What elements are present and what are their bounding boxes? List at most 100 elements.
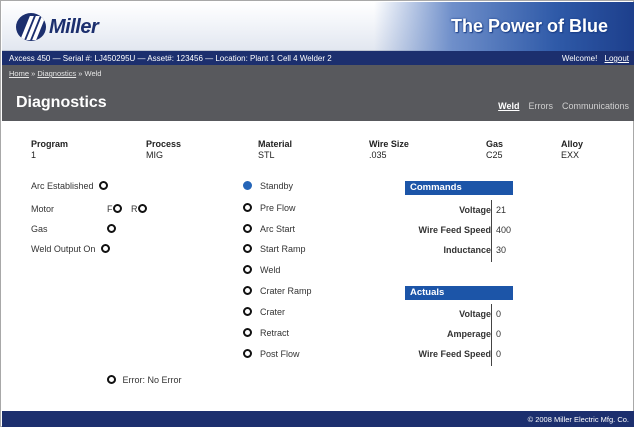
status-light-icon <box>107 375 116 384</box>
copyright: © 2008 Miller Electric Mfg. Co. <box>527 415 629 424</box>
app-frame: Miller The Power of Blue Axcess 450 — Se… <box>0 0 634 427</box>
state-icon <box>243 349 252 358</box>
state-icon <box>243 244 252 253</box>
process-label: Process <box>146 139 182 149</box>
motor-reverse-label: R <box>131 204 138 214</box>
command-wfs-value: 400 <box>496 225 511 235</box>
arc-established-label: Arc Established <box>31 181 94 191</box>
state-post-flow: Post Flow <box>243 349 300 359</box>
footer: © 2008 Miller Electric Mfg. Co. <box>2 411 634 427</box>
title-strip: Home » Diagnostics » Weld Diagnostics We… <box>2 65 634 121</box>
alloy-info: Alloy EXX <box>561 139 583 161</box>
page-title: Diagnostics <box>16 94 107 111</box>
state-label: Weld <box>260 265 281 275</box>
state-icon <box>243 286 252 295</box>
tab-weld[interactable]: Weld <box>498 101 519 111</box>
actual-amperage-row: Amperage <box>405 329 491 340</box>
process-value: MIG <box>146 150 163 160</box>
actuals-header: Actuals <box>405 286 513 300</box>
value-text: 30 <box>496 245 507 255</box>
value-text: 21 <box>496 205 507 215</box>
motor-indicator: Motor <box>31 204 54 214</box>
commands-divider <box>491 200 492 262</box>
wire-size-info: Wire Size .035 <box>369 139 409 161</box>
tagline: The Power of Blue <box>374 2 634 51</box>
program-value: 1 <box>31 150 37 160</box>
program-info: Program 1 <box>31 139 68 161</box>
command-wire-feed-speed-row: Wire Feed Speed <box>405 225 491 236</box>
logout-link[interactable]: Logout <box>605 54 629 63</box>
status-light-icon <box>137 204 147 213</box>
command-wfs-label: Wire Feed Speed <box>418 225 491 235</box>
logo-text: Miller <box>49 15 99 38</box>
state-icon <box>243 224 252 233</box>
command-inductance-value: 30 <box>496 245 506 255</box>
gas-value: C25 <box>486 150 503 160</box>
gas-indicator: Gas <box>31 224 48 234</box>
tab-errors[interactable]: Errors <box>528 101 553 111</box>
actual-wfs-value: 0 <box>496 349 501 359</box>
state-label: Pre Flow <box>260 203 296 213</box>
gas-label: Gas <box>486 139 504 149</box>
command-inductance-row: Inductance <box>405 245 491 256</box>
breadcrumb-current: Weld <box>84 69 102 78</box>
status-light-icon <box>100 244 110 253</box>
state-label: Crater <box>260 307 286 317</box>
actuals-divider <box>491 304 492 366</box>
motor-reverse-indicator: R <box>131 204 147 214</box>
miller-logo[interactable]: Miller <box>16 12 99 42</box>
breadcrumb-separator: » <box>31 69 36 78</box>
error-label: Error: <box>122 375 146 385</box>
gas-light <box>107 224 116 234</box>
welcome-area: Welcome! Logout <box>562 54 629 63</box>
wire-size-label: Wire Size <box>369 139 409 149</box>
alloy-value: EXX <box>561 150 580 160</box>
command-voltage-label: Voltage <box>459 205 491 215</box>
breadcrumb-home-link[interactable]: Home <box>9 69 29 78</box>
program-label: Program <box>31 139 69 149</box>
state-label: Retract <box>260 328 290 338</box>
gas-indicator-label: Gas <box>31 224 48 234</box>
active-state-icon <box>243 181 252 190</box>
state-icon <box>243 307 252 316</box>
header: Miller The Power of Blue <box>2 2 634 51</box>
actual-wfs-label: Wire Feed Speed <box>418 349 491 359</box>
breadcrumb-separator: » <box>78 69 83 78</box>
state-retract: Retract <box>243 328 289 338</box>
breadcrumb-diagnostics-link[interactable]: Diagnostics <box>37 69 76 78</box>
tab-bar: Weld Errors Communications <box>498 101 629 111</box>
state-start-ramp: Start Ramp <box>243 244 306 254</box>
state-pre-flow: Pre Flow <box>243 203 296 213</box>
weld-output-label: Weld Output On <box>31 244 96 254</box>
material-value: STL <box>258 150 275 160</box>
value-text: 0 <box>496 329 502 339</box>
tab-communications[interactable]: Communications <box>562 101 629 111</box>
machine-info: Axcess 450 — Serial #: LJ450295U — Asset… <box>9 54 332 63</box>
status-light-icon <box>107 224 116 233</box>
value-text: 0 <box>496 349 502 359</box>
status-light-icon <box>99 181 109 190</box>
actual-voltage-label: Voltage <box>459 309 491 319</box>
welcome-text: Welcome! <box>561 54 598 63</box>
machine-status-bar: Axcess 450 — Serial #: LJ450295U — Asset… <box>2 51 634 65</box>
arc-established-indicator: Arc Established <box>31 181 109 191</box>
material-label: Material <box>258 139 293 149</box>
value-text: 0 <box>496 309 502 319</box>
actual-voltage-value: 0 <box>496 309 501 319</box>
motor-forward-label: F <box>107 204 113 214</box>
state-label: Standby <box>260 181 294 191</box>
error-value: No Error <box>147 375 182 385</box>
state-standby: Standby <box>243 181 293 191</box>
actual-voltage-row: Voltage <box>405 309 491 320</box>
state-icon <box>243 203 252 212</box>
commands-header: Commands <box>405 181 513 195</box>
state-label: Start Ramp <box>260 244 306 254</box>
command-inductance-label: Inductance <box>443 245 491 255</box>
weld-output-indicator: Weld Output On <box>31 244 110 254</box>
actual-amperage-value: 0 <box>496 329 501 339</box>
alloy-label: Alloy <box>561 139 584 149</box>
state-label: Crater Ramp <box>260 286 312 296</box>
wire-size-value: .035 <box>369 150 387 160</box>
value-text: 400 <box>496 225 512 235</box>
material-info: Material STL <box>258 139 292 161</box>
